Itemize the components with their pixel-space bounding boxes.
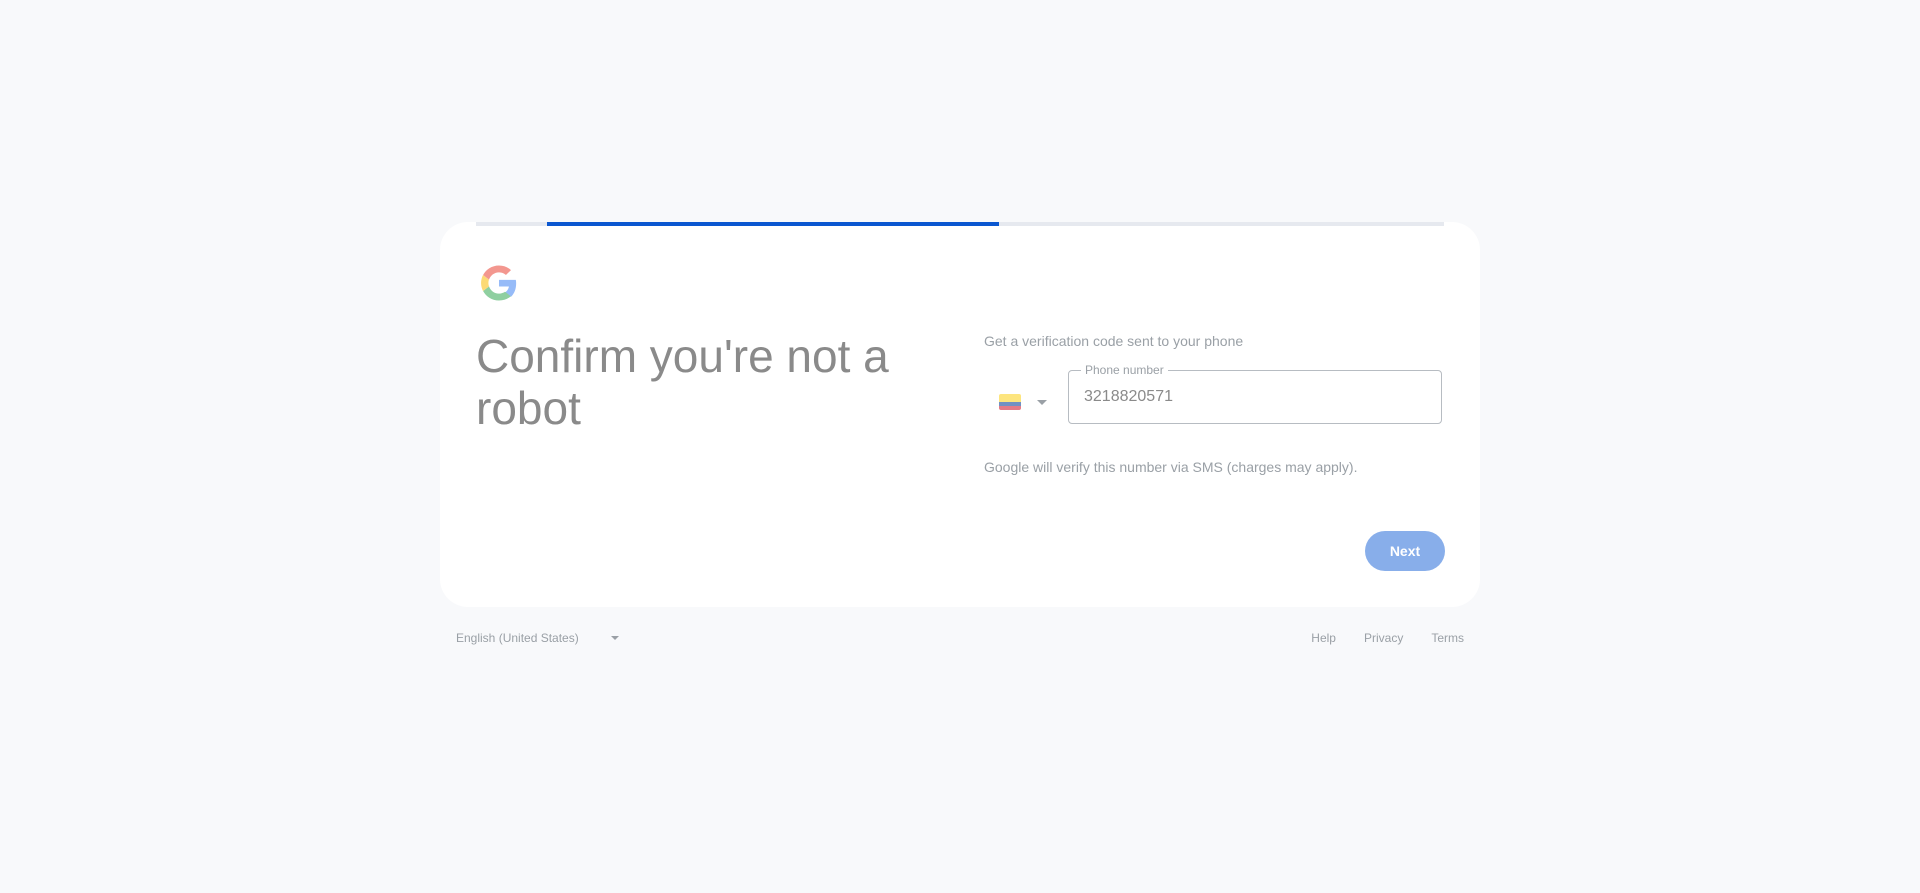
page-title: Confirm you're not a robot <box>476 330 889 434</box>
footer: English (United States) Help Privacy Ter… <box>440 622 1480 654</box>
footer-links: Help Privacy Terms <box>1311 622 1464 654</box>
progress-bar-fill <box>547 222 999 226</box>
chevron-down-icon <box>610 636 619 640</box>
colombia-flag-icon <box>999 394 1021 410</box>
country-select[interactable] <box>988 382 1050 422</box>
privacy-link[interactable]: Privacy <box>1364 631 1403 645</box>
sms-note: Google will verify this number via SMS (… <box>984 459 1358 475</box>
progress-bar <box>476 222 1444 226</box>
verification-subtitle: Get a verification code sent to your pho… <box>984 333 1244 349</box>
help-link[interactable]: Help <box>1311 631 1336 645</box>
terms-link[interactable]: Terms <box>1431 631 1464 645</box>
language-select[interactable]: English (United States) <box>456 622 619 654</box>
google-g-icon <box>481 265 517 301</box>
signin-card: Confirm you're not a robot Get a verific… <box>440 222 1480 607</box>
chevron-down-icon <box>1037 399 1047 405</box>
google-logo-icon <box>478 262 520 304</box>
phone-number-field[interactable]: Phone number <box>1068 363 1442 424</box>
next-button[interactable]: Next <box>1365 531 1445 571</box>
phone-number-input[interactable] <box>1084 371 1424 423</box>
language-label: English (United States) <box>456 631 579 645</box>
